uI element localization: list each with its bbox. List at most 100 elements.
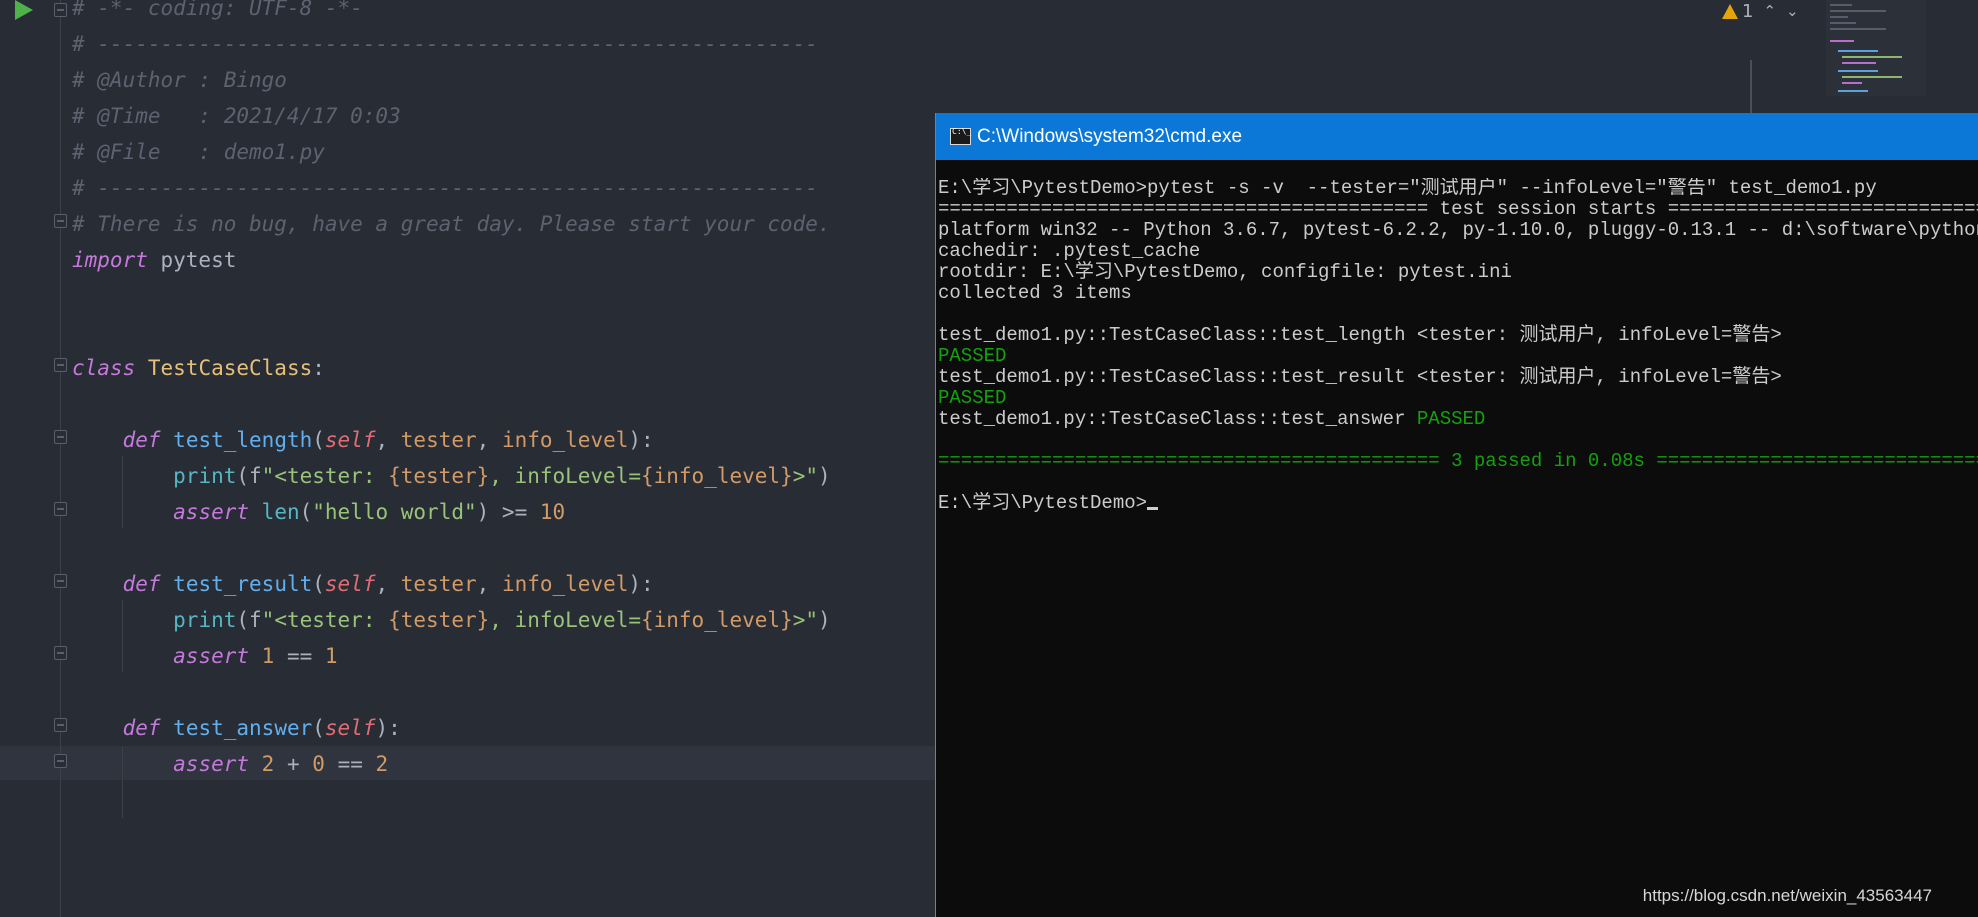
warning-indicator[interactable]: 1 bbox=[1722, 1, 1753, 22]
code-token: # --------------------------------------… bbox=[72, 176, 818, 200]
code-token: print bbox=[173, 608, 237, 632]
code-token: ( bbox=[312, 428, 325, 452]
code-line[interactable]: def test_answer(self): bbox=[72, 710, 401, 746]
code-token: self bbox=[324, 572, 376, 596]
console-line: collected 3 items bbox=[938, 283, 1978, 304]
console-line: test_demo1.py::TestCaseClass::test_answe… bbox=[938, 409, 1978, 430]
cmd-title-bar[interactable]: C:\Windows\system32\cmd.exe bbox=[936, 113, 1978, 160]
console-line: rootdir: E:\学习\PytestDemo, configfile: p… bbox=[938, 262, 1978, 283]
next-highlight-icon[interactable]: ⌄ bbox=[1786, 2, 1799, 20]
code-token: 10 bbox=[539, 500, 566, 524]
code-token: pytest bbox=[147, 248, 237, 272]
cmd-window[interactable]: C:\Windows\system32\cmd.exe E:\学习\Pytest… bbox=[935, 113, 1978, 917]
code-line[interactable]: # There is no bug, have a great day. Ple… bbox=[72, 206, 831, 242]
code-token: >" bbox=[792, 608, 818, 632]
code-token: test_result bbox=[173, 572, 313, 596]
fold-icon[interactable] bbox=[54, 3, 67, 17]
console-line: cachedir: .pytest_cache bbox=[938, 241, 1978, 262]
code-token: # --------------------------------------… bbox=[72, 32, 818, 56]
code-token: ): bbox=[375, 716, 401, 740]
fold-icon[interactable] bbox=[54, 718, 67, 732]
console-text: PASSED bbox=[938, 345, 1007, 367]
code-token: TestCaseClass bbox=[147, 356, 313, 380]
code-line[interactable]: class TestCaseClass: bbox=[72, 350, 325, 386]
code-token: + bbox=[274, 752, 313, 776]
code-token: == bbox=[324, 752, 376, 776]
code-token: # @Author : Bingo bbox=[72, 68, 287, 92]
code-token: {tester} bbox=[388, 608, 490, 632]
code-token: assert bbox=[173, 500, 250, 524]
code-token: ): bbox=[628, 428, 654, 452]
code-token: def bbox=[122, 716, 161, 740]
code-token: , bbox=[476, 428, 502, 452]
code-token: == bbox=[274, 644, 325, 668]
console-line: test_demo1.py::TestCaseClass::test_lengt… bbox=[938, 325, 1978, 346]
code-token: (f bbox=[236, 608, 262, 632]
code-token: # @Time : 2021/4/17 0:03 bbox=[72, 104, 401, 128]
code-token: 1 bbox=[324, 644, 338, 668]
code-line[interactable]: # @File : demo1.py bbox=[72, 134, 325, 170]
console-output[interactable]: E:\学习\PytestDemo>pytest -s -v --tester="… bbox=[938, 178, 1978, 898]
code-line[interactable]: import pytest bbox=[72, 242, 236, 278]
console-line: E:\学习\PytestDemo> bbox=[938, 493, 1978, 514]
code-token: def bbox=[122, 428, 161, 452]
code-line[interactable]: # @Time : 2021/4/17 0:03 bbox=[72, 98, 401, 134]
code-line[interactable]: # --------------------------------------… bbox=[72, 170, 818, 206]
code-token: info_level bbox=[501, 572, 629, 596]
scroll-marker bbox=[1750, 60, 1752, 114]
window-title: C:\Windows\system32\cmd.exe bbox=[977, 125, 1243, 147]
console-text: collected 3 items bbox=[938, 282, 1132, 304]
code-token: # @File : demo1.py bbox=[72, 140, 325, 164]
fold-icon[interactable] bbox=[54, 358, 67, 372]
console-line: ========================================… bbox=[938, 451, 1978, 472]
code-line[interactable]: assert len("hello world") >= 10 bbox=[72, 494, 565, 530]
fold-icon[interactable] bbox=[54, 754, 67, 768]
console-text: PASSED bbox=[938, 387, 1007, 409]
code-line[interactable]: print(f"<tester: {tester}, infoLevel={in… bbox=[72, 458, 831, 494]
code-line[interactable]: assert 2 + 0 == 2 bbox=[72, 746, 388, 782]
code-line[interactable]: assert 1 == 1 bbox=[72, 638, 338, 674]
fold-icon[interactable] bbox=[54, 214, 67, 228]
run-icon[interactable] bbox=[15, 0, 33, 20]
code-token: tester bbox=[400, 428, 477, 452]
code-line[interactable]: # @Author : Bingo bbox=[72, 62, 287, 98]
code-token: "<tester: bbox=[261, 608, 389, 632]
fold-icon[interactable] bbox=[54, 646, 67, 660]
fold-icon[interactable] bbox=[54, 430, 67, 444]
console-line: PASSED bbox=[938, 388, 1978, 409]
fold-icon[interactable] bbox=[54, 574, 67, 588]
code-token: , bbox=[375, 572, 401, 596]
code-line[interactable]: def test_result(self, tester, info_level… bbox=[72, 566, 654, 602]
inspection-widget[interactable]: 1 ⌃ ⌄ bbox=[1722, 0, 1799, 22]
minimap[interactable] bbox=[1826, 0, 1926, 96]
code-token: ) bbox=[818, 608, 831, 632]
code-token: : bbox=[312, 356, 325, 380]
code-token: test_answer bbox=[173, 716, 313, 740]
code-token: (f bbox=[236, 464, 262, 488]
code-line[interactable]: print(f"<tester: {tester}, infoLevel={in… bbox=[72, 602, 831, 638]
code-line[interactable]: def test_length(self, tester, info_level… bbox=[72, 422, 654, 458]
screen: # -*- coding: UTF-8 -*- # ---------------… bbox=[0, 0, 1978, 917]
code-token: ) bbox=[818, 464, 831, 488]
console-text: test_demo1.py::TestCaseClass::test_answe… bbox=[938, 408, 1417, 430]
code-line[interactable]: # --------------------------------------… bbox=[72, 26, 818, 62]
code-token: ( bbox=[312, 572, 325, 596]
code-token: import bbox=[72, 248, 148, 272]
code-token: len bbox=[261, 500, 300, 524]
fold-icon[interactable] bbox=[54, 502, 67, 516]
code-line[interactable]: # -*- coding: UTF-8 -*- bbox=[72, 0, 363, 26]
code-token: , infoLevel= bbox=[489, 464, 641, 488]
previous-highlight-icon[interactable]: ⌃ bbox=[1763, 2, 1776, 20]
warning-count: 1 bbox=[1742, 0, 1754, 22]
